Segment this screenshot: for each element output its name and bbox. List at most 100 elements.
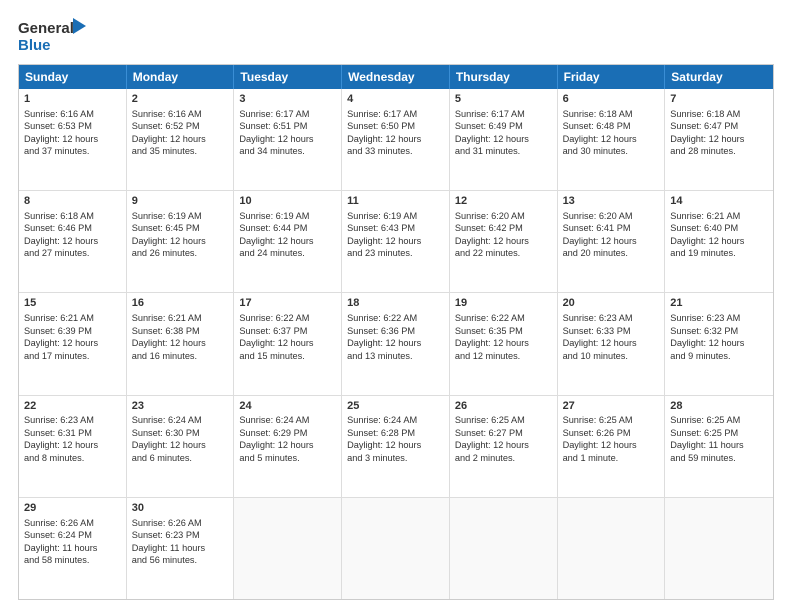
day-info-line: Daylight: 11 hours xyxy=(132,542,229,554)
day-info-line: Daylight: 12 hours xyxy=(239,439,336,451)
calendar-cell-18: 18Sunrise: 6:22 AMSunset: 6:36 PMDayligh… xyxy=(342,293,450,394)
page: GeneralBlue SundayMondayTuesdayWednesday… xyxy=(0,0,792,612)
day-info-line: Daylight: 12 hours xyxy=(24,337,121,349)
logo: GeneralBlue xyxy=(18,16,88,54)
day-info-line: and 23 minutes. xyxy=(347,247,444,259)
day-number: 24 xyxy=(239,399,336,414)
day-info-line: Sunset: 6:39 PM xyxy=(24,325,121,337)
day-info-line: Daylight: 12 hours xyxy=(455,337,552,349)
day-header-monday: Monday xyxy=(127,65,235,89)
day-info-line: and 12 minutes. xyxy=(455,350,552,362)
calendar-cell-empty xyxy=(558,498,666,599)
day-header-friday: Friday xyxy=(558,65,666,89)
day-info-line: Daylight: 11 hours xyxy=(670,439,768,451)
day-number: 9 xyxy=(132,194,229,209)
day-info-line: Daylight: 12 hours xyxy=(670,133,768,145)
day-info-line: Daylight: 12 hours xyxy=(455,439,552,451)
calendar-cell-30: 30Sunrise: 6:26 AMSunset: 6:23 PMDayligh… xyxy=(127,498,235,599)
day-number: 21 xyxy=(670,296,768,311)
day-info-line: and 10 minutes. xyxy=(563,350,660,362)
calendar-cell-28: 28Sunrise: 6:25 AMSunset: 6:25 PMDayligh… xyxy=(665,396,773,497)
calendar-cell-5: 5Sunrise: 6:17 AMSunset: 6:49 PMDaylight… xyxy=(450,89,558,190)
calendar-cell-25: 25Sunrise: 6:24 AMSunset: 6:28 PMDayligh… xyxy=(342,396,450,497)
day-info-line: Daylight: 12 hours xyxy=(239,235,336,247)
day-header-saturday: Saturday xyxy=(665,65,773,89)
day-info-line: Sunset: 6:29 PM xyxy=(239,427,336,439)
calendar-cell-20: 20Sunrise: 6:23 AMSunset: 6:33 PMDayligh… xyxy=(558,293,666,394)
day-number: 4 xyxy=(347,92,444,107)
day-info-line: Sunset: 6:48 PM xyxy=(563,120,660,132)
day-number: 23 xyxy=(132,399,229,414)
day-info-line: and 37 minutes. xyxy=(24,145,121,157)
day-number: 25 xyxy=(347,399,444,414)
day-info-line: Sunset: 6:32 PM xyxy=(670,325,768,337)
calendar-week-1: 1Sunrise: 6:16 AMSunset: 6:53 PMDaylight… xyxy=(19,89,773,191)
day-info-line: and 20 minutes. xyxy=(563,247,660,259)
day-info-line: Sunset: 6:44 PM xyxy=(239,222,336,234)
day-info-line: Sunset: 6:25 PM xyxy=(670,427,768,439)
day-info-line: Daylight: 12 hours xyxy=(347,337,444,349)
calendar-cell-24: 24Sunrise: 6:24 AMSunset: 6:29 PMDayligh… xyxy=(234,396,342,497)
day-info-line: Sunrise: 6:24 AM xyxy=(239,414,336,426)
day-number: 3 xyxy=(239,92,336,107)
calendar-week-3: 15Sunrise: 6:21 AMSunset: 6:39 PMDayligh… xyxy=(19,293,773,395)
day-info-line: Sunset: 6:30 PM xyxy=(132,427,229,439)
day-info-line: Sunset: 6:50 PM xyxy=(347,120,444,132)
day-info-line: Sunrise: 6:17 AM xyxy=(347,108,444,120)
day-number: 20 xyxy=(563,296,660,311)
calendar-cell-13: 13Sunrise: 6:20 AMSunset: 6:41 PMDayligh… xyxy=(558,191,666,292)
day-info-line: Sunset: 6:46 PM xyxy=(24,222,121,234)
day-info-line: Sunset: 6:35 PM xyxy=(455,325,552,337)
day-info-line: Daylight: 12 hours xyxy=(670,235,768,247)
day-info-line: Daylight: 12 hours xyxy=(455,133,552,145)
day-number: 5 xyxy=(455,92,552,107)
day-info-line: Sunrise: 6:19 AM xyxy=(132,210,229,222)
day-info-line: and 15 minutes. xyxy=(239,350,336,362)
day-info-line: Daylight: 12 hours xyxy=(670,337,768,349)
day-header-wednesday: Wednesday xyxy=(342,65,450,89)
day-info-line: Sunrise: 6:25 AM xyxy=(670,414,768,426)
day-number: 2 xyxy=(132,92,229,107)
day-info-line: Sunrise: 6:17 AM xyxy=(239,108,336,120)
day-info-line: and 56 minutes. xyxy=(132,554,229,566)
day-info-line: and 27 minutes. xyxy=(24,247,121,259)
day-info-line: Sunset: 6:33 PM xyxy=(563,325,660,337)
day-info-line: Sunset: 6:36 PM xyxy=(347,325,444,337)
day-info-line: Sunset: 6:37 PM xyxy=(239,325,336,337)
day-info-line: Sunrise: 6:16 AM xyxy=(24,108,121,120)
day-info-line: and 16 minutes. xyxy=(132,350,229,362)
svg-text:General: General xyxy=(18,20,74,37)
day-info-line: Sunset: 6:23 PM xyxy=(132,529,229,541)
day-info-line: Daylight: 12 hours xyxy=(132,439,229,451)
calendar-week-5: 29Sunrise: 6:26 AMSunset: 6:24 PMDayligh… xyxy=(19,498,773,599)
calendar-cell-empty xyxy=(450,498,558,599)
day-info-line: and 33 minutes. xyxy=(347,145,444,157)
day-info-line: and 9 minutes. xyxy=(670,350,768,362)
day-info-line: Daylight: 12 hours xyxy=(563,439,660,451)
day-info-line: and 26 minutes. xyxy=(132,247,229,259)
calendar-cell-14: 14Sunrise: 6:21 AMSunset: 6:40 PMDayligh… xyxy=(665,191,773,292)
calendar-cell-22: 22Sunrise: 6:23 AMSunset: 6:31 PMDayligh… xyxy=(19,396,127,497)
day-info-line: and 28 minutes. xyxy=(670,145,768,157)
calendar-body: 1Sunrise: 6:16 AMSunset: 6:53 PMDaylight… xyxy=(19,89,773,599)
day-info-line: and 8 minutes. xyxy=(24,452,121,464)
day-number: 11 xyxy=(347,194,444,209)
calendar-cell-3: 3Sunrise: 6:17 AMSunset: 6:51 PMDaylight… xyxy=(234,89,342,190)
calendar-cell-21: 21Sunrise: 6:23 AMSunset: 6:32 PMDayligh… xyxy=(665,293,773,394)
logo-svg: GeneralBlue xyxy=(18,16,88,54)
calendar-cell-16: 16Sunrise: 6:21 AMSunset: 6:38 PMDayligh… xyxy=(127,293,235,394)
day-info-line: Daylight: 12 hours xyxy=(455,235,552,247)
day-info-line: and 19 minutes. xyxy=(670,247,768,259)
day-info-line: Sunset: 6:45 PM xyxy=(132,222,229,234)
day-number: 10 xyxy=(239,194,336,209)
day-info-line: Sunrise: 6:20 AM xyxy=(563,210,660,222)
day-info-line: Sunrise: 6:23 AM xyxy=(563,312,660,324)
calendar-week-2: 8Sunrise: 6:18 AMSunset: 6:46 PMDaylight… xyxy=(19,191,773,293)
day-info-line: Sunset: 6:31 PM xyxy=(24,427,121,439)
day-info-line: Daylight: 12 hours xyxy=(24,439,121,451)
calendar-cell-12: 12Sunrise: 6:20 AMSunset: 6:42 PMDayligh… xyxy=(450,191,558,292)
calendar-cell-26: 26Sunrise: 6:25 AMSunset: 6:27 PMDayligh… xyxy=(450,396,558,497)
calendar-cell-23: 23Sunrise: 6:24 AMSunset: 6:30 PMDayligh… xyxy=(127,396,235,497)
day-info-line: Sunrise: 6:19 AM xyxy=(239,210,336,222)
day-info-line: Daylight: 12 hours xyxy=(347,439,444,451)
